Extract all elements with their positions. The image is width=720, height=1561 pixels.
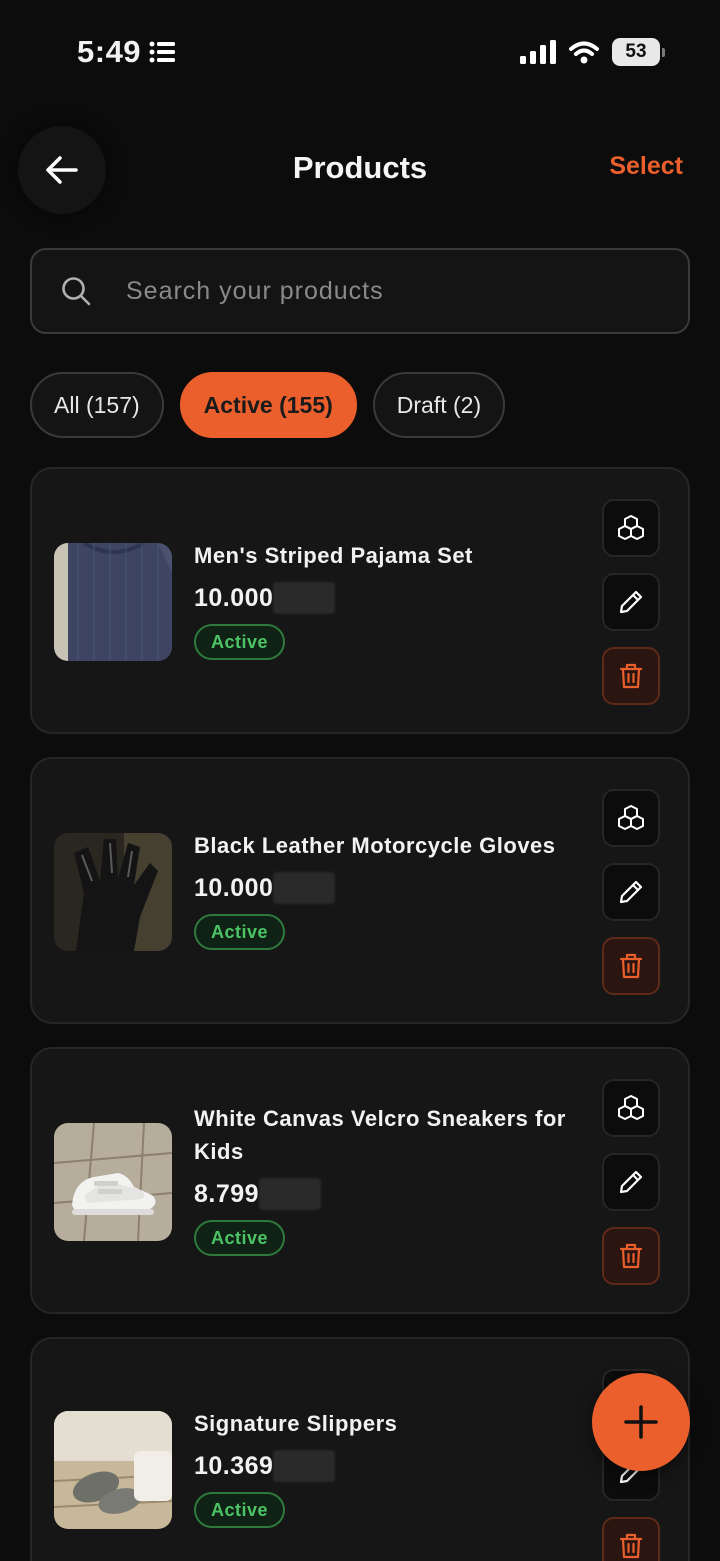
product-info: Men's Striped Pajama Set 10.000 Active [194,539,594,660]
product-info: Black Leather Motorcycle Gloves 10.000 A… [194,829,594,950]
trash-icon [619,663,643,689]
list-icon [149,41,176,63]
edit-button[interactable] [602,573,660,631]
pencil-icon [619,880,643,904]
delete-button[interactable] [602,1517,660,1561]
battery-level: 53 [625,41,647,62]
status-time: 5:49 [77,34,176,70]
product-card[interactable]: Men's Striped Pajama Set 10.000 Active [30,467,690,734]
search-input[interactable] [126,276,688,306]
product-image [54,1411,172,1529]
trash-icon [619,1533,643,1559]
product-actions [602,1079,660,1285]
status-badge: Active [194,914,286,950]
edit-button[interactable] [602,863,660,921]
product-price: 8.799 [194,1179,260,1208]
product-list: Men's Striped Pajama Set 10.000 Active B… [30,467,690,1561]
wifi-icon [569,41,599,64]
clock-text: 5:49 [77,34,142,69]
filter-tabs: All (157) Active (155) Draft (2) [30,372,506,438]
variants-button[interactable] [602,1079,660,1137]
filter-draft[interactable]: Draft (2) [372,372,506,438]
product-info: Signature Slippers 10.369 Active [194,1407,594,1528]
redacted-currency [273,1450,336,1482]
price-row: 8.799 [194,1178,594,1210]
header: Products Select [0,118,720,218]
product-name: Signature Slippers [194,1411,398,1436]
trash-icon [619,1243,643,1269]
cubes-icon [618,1095,644,1120]
product-name: Black Leather Motorcycle Gloves [194,833,556,858]
delete-button[interactable] [602,1227,660,1285]
search-bar[interactable] [30,248,690,334]
status-indicators: 53 [520,38,665,66]
product-actions [602,499,660,705]
status-badge: Active [194,1220,286,1256]
product-name: Men's Striped Pajama Set [194,543,473,568]
filter-all[interactable]: All (157) [30,372,164,438]
pencil-icon [619,590,643,614]
status-bar: 5:49 53 [0,0,720,106]
battery-indicator: 53 [612,38,665,66]
delete-button[interactable] [602,937,660,995]
cubes-icon [618,515,644,540]
product-name: White Canvas Velcro Sneakers for Kids [194,1106,566,1164]
redacted-currency [259,1178,322,1210]
product-info: White Canvas Velcro Sneakers for Kids 8.… [194,1102,594,1256]
product-image [54,543,172,661]
product-image [54,1123,172,1241]
add-product-button[interactable] [592,1373,690,1471]
product-card[interactable]: Black Leather Motorcycle Gloves 10.000 A… [30,757,690,1024]
select-button[interactable]: Select [609,152,683,181]
price-row: 10.000 [194,582,594,614]
status-badge: Active [194,1492,286,1528]
redacted-currency [273,582,336,614]
product-card[interactable]: Signature Slippers 10.369 Active [30,1337,690,1561]
product-price: 10.000 [194,583,274,612]
price-row: 10.369 [194,1450,594,1482]
product-actions [602,789,660,995]
filter-active[interactable]: Active (155) [179,372,357,438]
redacted-currency [273,872,336,904]
product-image [54,833,172,951]
delete-button[interactable] [602,647,660,705]
product-price: 10.369 [194,1451,274,1480]
product-price: 10.000 [194,873,274,902]
product-card[interactable]: White Canvas Velcro Sneakers for Kids 8.… [30,1047,690,1314]
variants-button[interactable] [602,499,660,557]
cubes-icon [618,805,644,830]
signal-icon [520,40,556,64]
plus-icon [624,1405,658,1439]
pencil-icon [619,1170,643,1194]
edit-button[interactable] [602,1153,660,1211]
trash-icon [619,953,643,979]
status-badge: Active [194,624,286,660]
search-icon [62,277,91,306]
price-row: 10.000 [194,872,594,904]
variants-button[interactable] [602,789,660,847]
